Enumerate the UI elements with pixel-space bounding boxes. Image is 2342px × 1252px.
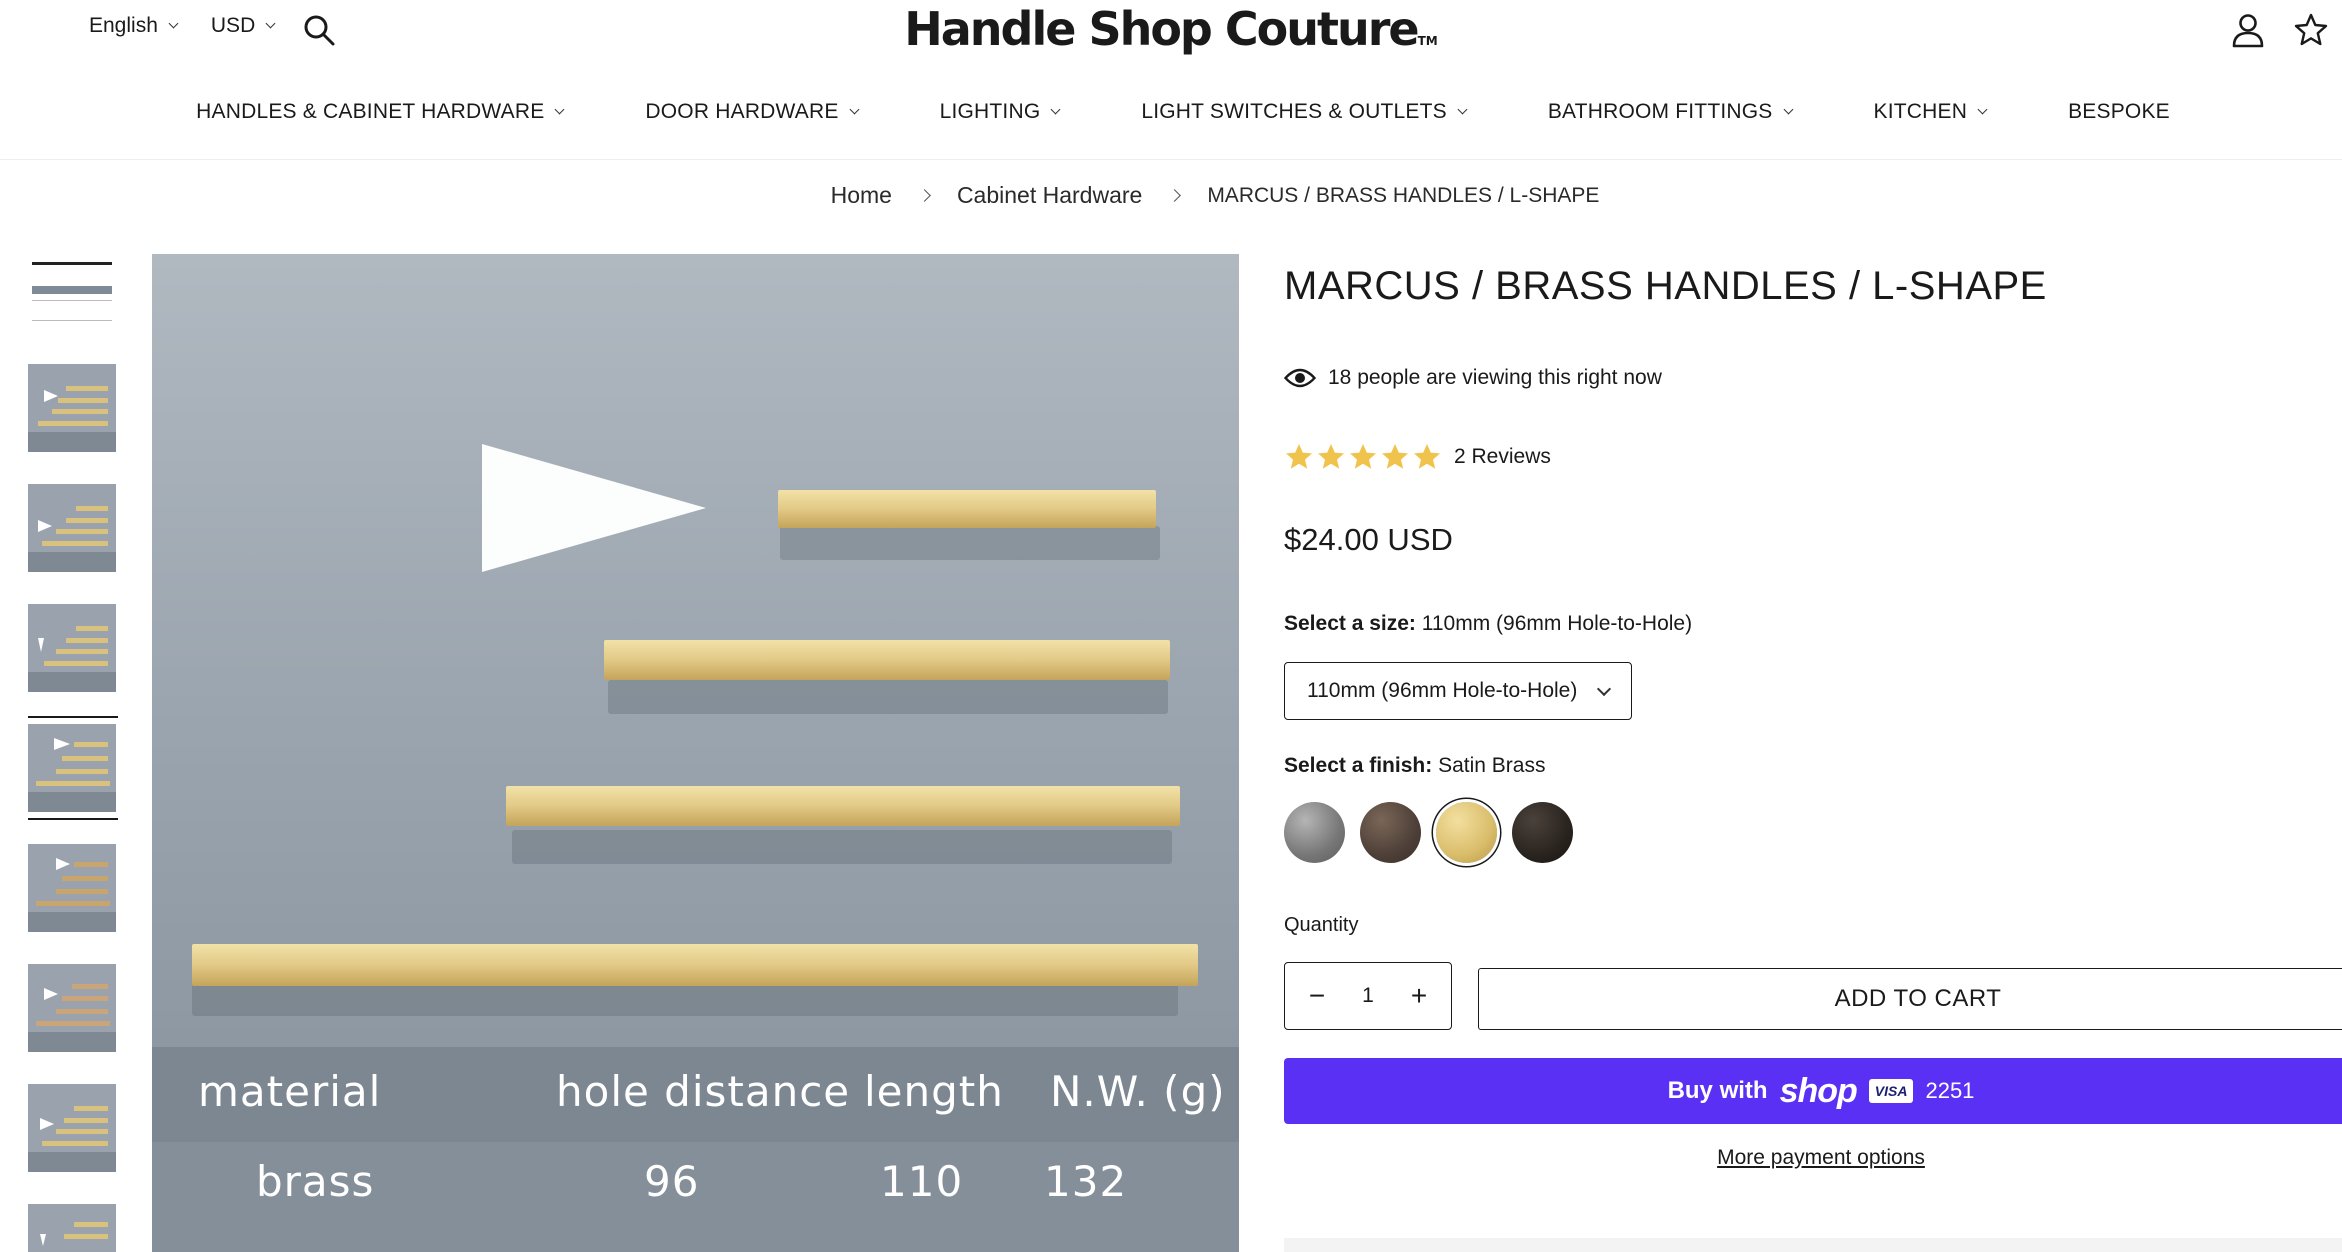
nav-item-label: BATHROOM FITTINGS — [1547, 100, 1773, 123]
eye-icon — [1284, 368, 1316, 388]
product-thumbnail-active[interactable] — [28, 716, 118, 820]
product-thumbnail[interactable] — [28, 254, 116, 328]
spec-header-material: material — [198, 1067, 382, 1116]
breadcrumb-category[interactable]: Cabinet Hardware — [957, 182, 1142, 209]
finish-label-value: Satin Brass — [1438, 754, 1546, 777]
rating[interactable]: 2 Reviews — [1284, 442, 1551, 472]
nav-item-label: KITCHEN — [1873, 100, 1968, 123]
product-price: $24.00 USD — [1284, 522, 1453, 557]
rating-stars — [1284, 442, 1442, 472]
account-icon[interactable] — [2230, 12, 2266, 48]
breadcrumb-current: MARCUS / BRASS HANDLES / L-SHAPE — [1207, 183, 1600, 207]
main-nav: HANDLES & CABINET HARDWARE DOOR HARDWARE… — [0, 100, 2342, 124]
chevron-right-icon — [918, 189, 931, 202]
chevron-down-icon — [849, 104, 860, 115]
more-payment-options-link[interactable]: More payment options — [1284, 1146, 2342, 1170]
finish-swatch-satin-brass[interactable] — [1436, 802, 1497, 863]
chevron-down-icon — [1457, 104, 1468, 115]
shop-pay-logo: shop — [1779, 1071, 1858, 1110]
nav-item-handles[interactable]: HANDLES & CABINET HARDWARE — [196, 100, 565, 124]
product-thumbnail[interactable] — [28, 1084, 116, 1172]
logo-text: Handle Shop Couture — [904, 2, 1419, 56]
nav-item-label: BESPOKE — [2068, 100, 2170, 123]
spec-value-length: 110 — [880, 1157, 964, 1206]
spec-header-weight: N.W. (g) — [1050, 1067, 1226, 1116]
logo-tm: TM — [1417, 34, 1438, 48]
breadcrumb: Home Cabinet Hardware MARCUS / BRASS HAN… — [0, 182, 2342, 209]
thumbnail-strip — [28, 254, 118, 1252]
site-header: English USD Handle Shop CoutureTM HANDLE… — [0, 0, 2342, 160]
finish-swatches — [1284, 802, 1573, 863]
product-info: MARCUS / BRASS HANDLES / L-SHAPE 18 peop… — [1284, 254, 2342, 1252]
nav-item-kitchen[interactable]: KITCHEN — [1873, 100, 1988, 124]
size-select-value: 110mm (96mm Hole-to-Hole) — [1307, 679, 1578, 702]
nav-item-label: DOOR HARDWARE — [645, 100, 839, 123]
shop-pay-buy-with: Buy with — [1667, 1077, 1768, 1104]
shop-pay-button[interactable]: Buy with shop VISA 2251 — [1284, 1058, 2342, 1124]
nav-item-bathroom[interactable]: BATHROOM FITTINGS — [1547, 100, 1793, 124]
quantity-stepper: − 1 + — [1284, 962, 1452, 1030]
section-divider — [1284, 1238, 2342, 1252]
nav-item-light-switches[interactable]: LIGHT SWITCHES & OUTLETS — [1141, 100, 1468, 124]
size-label-value: 110mm (96mm Hole-to-Hole) — [1421, 612, 1693, 635]
product-thumbnail[interactable] — [28, 484, 116, 572]
finish-label-title: Select a finish: — [1284, 754, 1433, 777]
nav-item-lighting[interactable]: LIGHTING — [939, 100, 1061, 124]
breadcrumb-home[interactable]: Home — [831, 182, 892, 209]
nav-item-label: LIGHTING — [939, 100, 1041, 123]
finish-swatch-bronze[interactable] — [1360, 802, 1421, 863]
chevron-down-icon — [554, 104, 565, 115]
site-logo[interactable]: Handle Shop CoutureTM — [0, 0, 2342, 70]
add-to-cart-label: ADD TO CART — [1834, 985, 2002, 1012]
size-select[interactable]: 110mm (96mm Hole-to-Hole) — [1284, 662, 1632, 720]
spec-header-length: length — [864, 1067, 1004, 1116]
spec-value-hole-distance: 96 — [644, 1157, 700, 1206]
chevron-down-icon — [1596, 681, 1612, 696]
product-thumbnail[interactable] — [28, 1204, 116, 1252]
spec-value-weight: 132 — [1044, 1157, 1128, 1206]
chevron-right-icon — [1168, 189, 1182, 202]
product-thumbnail[interactable] — [28, 364, 116, 452]
add-to-cart-button[interactable]: ADD TO CART — [1478, 968, 2342, 1030]
spec-header-hole-distance: hole distance — [556, 1067, 851, 1116]
nav-item-label: LIGHT SWITCHES & OUTLETS — [1141, 100, 1447, 123]
star-filled-icon — [1382, 444, 1408, 469]
shop-pay-card-last4: 2251 — [1925, 1078, 1975, 1103]
minus-icon[interactable]: − — [1305, 980, 1329, 1012]
nav-item-bespoke[interactable]: BESPOKE — [2068, 100, 2170, 124]
nav-item-label: HANDLES & CABINET HARDWARE — [196, 100, 545, 123]
product-thumbnail[interactable] — [28, 844, 116, 932]
chevron-down-icon — [1783, 104, 1793, 115]
product-title: MARCUS / BRASS HANDLES / L-SHAPE — [1284, 264, 2047, 308]
chevron-down-icon — [1050, 104, 1061, 115]
nav-item-door-hardware[interactable]: DOOR HARDWARE — [645, 100, 860, 124]
finish-swatch-chrome[interactable] — [1284, 802, 1345, 863]
size-label: Select a size: 110mm (96mm Hole-to-Hole) — [1284, 612, 1692, 636]
reviews-count[interactable]: 2 Reviews — [1454, 445, 1551, 469]
star-filled-icon — [1350, 444, 1376, 469]
plus-icon[interactable]: + — [1407, 980, 1431, 1012]
star-wishlist-icon[interactable] — [2293, 12, 2329, 48]
spec-table: material hole distance length N.W. (g) b… — [152, 1047, 1239, 1252]
viewers-text: 18 people are viewing this right now — [1328, 366, 1662, 389]
star-filled-icon — [1414, 444, 1440, 469]
star-filled-icon — [1286, 444, 1312, 469]
star-filled-icon — [1318, 444, 1344, 469]
viewers-notice: 18 people are viewing this right now — [1284, 366, 1662, 390]
finish-swatch-black[interactable] — [1512, 802, 1573, 863]
chevron-down-icon — [1977, 104, 1988, 115]
quantity-value[interactable]: 1 — [1362, 984, 1374, 1008]
main-product-image[interactable]: material hole distance length N.W. (g) b… — [152, 254, 1239, 1252]
spec-value-material: brass — [256, 1157, 375, 1206]
finish-label: Select a finish: Satin Brass — [1284, 754, 1545, 778]
size-label-title: Select a size: — [1284, 612, 1416, 635]
quantity-label: Quantity — [1284, 914, 1359, 936]
product-thumbnail[interactable] — [28, 964, 116, 1052]
visa-card-icon: VISA — [1868, 1079, 1914, 1103]
product-thumbnail[interactable] — [28, 604, 116, 692]
